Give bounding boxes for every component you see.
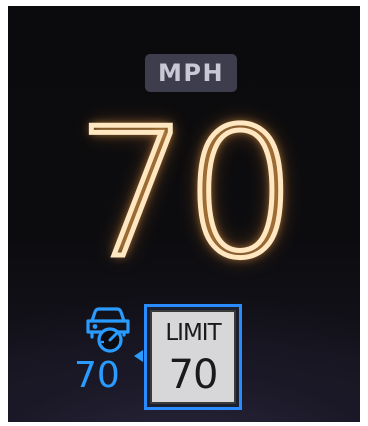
speed-limit-value: 70 — [168, 352, 219, 398]
current-speed-readout: 70 — [74, 90, 300, 297]
adaptive-cruise-control-icon — [86, 307, 130, 353]
speed-limit-sign-highlight: LIMIT 70 — [144, 304, 242, 410]
speed-unit-badge: MPH — [145, 54, 237, 92]
speed-limit-label: LIMIT — [165, 320, 221, 346]
speedometer-screen: MPH 70 70 LIMIT 70 — [8, 6, 360, 422]
speed-limit-sign: LIMIT 70 — [150, 310, 236, 404]
display-frame: MPH 70 70 LIMIT 70 — [0, 0, 368, 426]
cruise-pointer-icon — [134, 350, 143, 362]
speed-unit-label: MPH — [157, 59, 225, 87]
cruise-set-speed: 70 — [74, 355, 120, 396]
